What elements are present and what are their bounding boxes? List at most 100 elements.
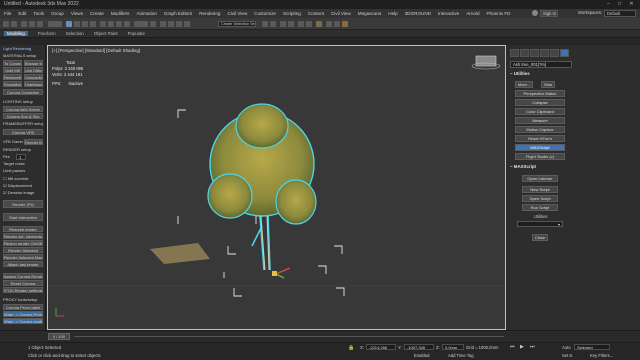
menu-content[interactable]: Content [308, 11, 324, 16]
menu-create[interactable]: Create [90, 11, 104, 16]
hide-maps-button[interactable]: HideMaps [24, 81, 43, 87]
to-corona-button[interactable]: To Corona [3, 60, 22, 66]
render-frame-icon[interactable] [334, 21, 340, 27]
workspace-dropdown[interactable]: Default [604, 10, 636, 17]
menu-civil-view-2[interactable]: Civil View [331, 11, 351, 16]
material-editor-icon[interactable] [316, 21, 322, 27]
menu-graph-editors[interactable]: Graph Editors [164, 11, 192, 16]
coordinate-system-icon[interactable] [134, 21, 148, 27]
snap-icon[interactable] [160, 21, 166, 27]
menu-customize[interactable]: Customize [254, 11, 276, 16]
menu-edit[interactable]: Edit [18, 11, 26, 16]
collapse-button[interactable]: Collapse [515, 99, 565, 106]
percent-snap-icon[interactable] [176, 21, 182, 27]
corona-sun-sky-button[interactable]: Corona Sun & Sky [3, 113, 43, 119]
select-icon[interactable] [66, 21, 72, 27]
lock-icon[interactable]: 🔒 [348, 345, 354, 351]
region-render-button[interactable]: Region render On/Off [3, 240, 43, 246]
browse-mat-button[interactable]: Browse Mat [24, 60, 43, 66]
corona-light-solver-button[interactable]: Corona light Solver [3, 106, 43, 112]
wrap-corona-proxy-button[interactable]: Wrap -> Corona Proxy [3, 311, 43, 317]
start-interactive-button[interactable]: Start Interactive [3, 213, 43, 221]
hierarchy-tab-icon[interactable] [530, 49, 539, 57]
add-time-tag-button[interactable]: Add Time Tag [448, 353, 474, 358]
move-icon[interactable] [100, 21, 106, 27]
motion-tab-icon[interactable] [540, 49, 549, 57]
unwrap-mtl-button[interactable]: UnwrapMtl [24, 74, 43, 80]
show-maps-button[interactable]: ShowMaps [3, 81, 22, 87]
corona-converter-button[interactable]: Corona Converter [3, 89, 43, 95]
menu-scripting[interactable]: Scripting [283, 11, 301, 16]
maxscript-button[interactable]: MAXScript [515, 144, 565, 151]
menu-modifiers[interactable]: Modifiers [111, 11, 130, 16]
menu-tools[interactable]: Tools [33, 11, 44, 16]
resume-render-button[interactable]: Resume render [3, 226, 43, 232]
tab-selection[interactable]: Selection [66, 31, 84, 36]
mirror-icon[interactable] [262, 21, 268, 27]
play-icon[interactable]: ▶ [520, 344, 524, 350]
angle-snap-icon[interactable] [168, 21, 174, 27]
menu-group[interactable]: Group [51, 11, 64, 16]
minimize-icon[interactable]: – [604, 0, 613, 9]
x-coordinate-field[interactable]: -2214,266 [366, 344, 396, 350]
measure-button[interactable]: Measure [515, 117, 565, 124]
utilities-dropdown[interactable]: ▾ [517, 221, 563, 227]
maximize-icon[interactable]: □ [615, 0, 624, 9]
menu-file[interactable]: File [4, 11, 11, 16]
unit-diffuse-button[interactable]: Unit Diffuse [24, 67, 43, 73]
undo-icon[interactable] [3, 21, 9, 27]
menu-rendering[interactable]: Rendering [199, 11, 220, 16]
filter-icon[interactable] [48, 21, 62, 27]
time-slider-handle[interactable]: 0 / 100 [48, 333, 70, 340]
display-tab-icon[interactable] [550, 49, 559, 57]
unlink-icon[interactable] [29, 21, 35, 27]
menu-megascans[interactable]: Megascans [358, 11, 382, 16]
object-name-field[interactable]: Ash tree_001[?m] [510, 61, 572, 68]
region-select-icon[interactable] [82, 21, 88, 27]
tab-modeling[interactable]: Modeling [4, 31, 28, 36]
reset-corona-button[interactable]: Reset Corona [3, 280, 43, 286]
unlit-mtl-button[interactable]: Unlit Mtl [3, 67, 22, 73]
key-filters-button[interactable]: Key Filters... [590, 353, 613, 358]
fire-field[interactable]: 1 [16, 154, 26, 160]
window-crossing-icon[interactable] [90, 21, 96, 27]
menu-civil-view[interactable]: Civil View [227, 11, 247, 16]
y-coordinate-field[interactable]: -1007,328 [404, 344, 434, 350]
displacement-check[interactable]: ☑ Displacement [3, 183, 43, 189]
z-coordinate-field[interactable]: 0,0mm [442, 344, 464, 350]
layer-icon[interactable] [280, 21, 286, 27]
render-setup-icon[interactable] [326, 21, 332, 27]
play-forward-icon[interactable]: ⏭ [530, 344, 535, 350]
render-icon[interactable] [342, 21, 348, 27]
reset-xform-button[interactable]: Reset XForm [515, 135, 565, 142]
attach-last-render-button[interactable]: Attach last render [3, 261, 43, 267]
place-icon[interactable] [124, 21, 130, 27]
tab-object-paint[interactable]: Object Paint [94, 31, 118, 36]
render-settings-button[interactable]: (F10) Render settings [3, 287, 43, 293]
pivot-icon[interactable] [150, 21, 156, 27]
menu-interactive[interactable]: Interactive [438, 11, 459, 16]
menu-animation[interactable]: Animation [136, 11, 156, 16]
set-key-button[interactable]: Set K. [562, 353, 573, 358]
select-by-name-icon[interactable] [74, 21, 80, 27]
scene-explorer-icon[interactable] [288, 21, 294, 27]
run-script-button[interactable]: Run Script [522, 204, 558, 211]
curve-editor-icon[interactable] [298, 21, 304, 27]
sign-in-button[interactable]: Sign In [540, 10, 558, 17]
auto-key-button[interactable]: Auto [562, 345, 571, 350]
spinner-snap-icon[interactable] [184, 21, 190, 27]
denoise-check[interactable]: ☑ Denoise image [3, 190, 43, 196]
perspective-match-button[interactable]: Perspective Match [515, 90, 565, 97]
replace-mtl-button[interactable]: ReplaceMtl [3, 74, 22, 80]
close-icon[interactable]: ✕ [627, 0, 636, 9]
menu-phoenix-fd[interactable]: Phoenix FD [487, 11, 511, 16]
modify-tab-icon[interactable] [520, 49, 529, 57]
tab-freeform[interactable]: Freeform [38, 31, 56, 36]
perspective-viewport[interactable]: [+] [Perspective] [Standard] [Default Sh… [47, 45, 506, 330]
render-elements-button[interactable]: Render sel. elements [3, 233, 43, 239]
more-button[interactable]: More... [515, 81, 533, 88]
create-tab-icon[interactable] [510, 49, 519, 57]
wrap-corona-scatter-button[interactable]: Wrap -> Corona scatter [3, 318, 43, 324]
utilities-tab-icon[interactable] [560, 49, 569, 57]
utilities-rollout-header[interactable]: − Utilities [510, 71, 530, 76]
